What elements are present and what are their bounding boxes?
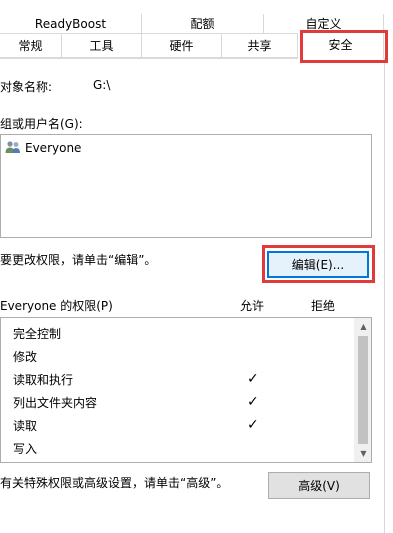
- permission-name: 读取: [13, 418, 38, 433]
- table-row: 写入: [1, 437, 341, 459]
- allow-check-icon: ✓: [247, 371, 259, 387]
- permission-name: 完全控制: [13, 326, 62, 341]
- deny-column-header: 拒绝: [311, 299, 336, 313]
- permissions-scrollbar[interactable]: ▲ ▼: [354, 318, 371, 462]
- edit-hint: 要更改权限，请单击“编辑”。: [0, 253, 157, 267]
- groups-label: 组或用户名(G):: [0, 117, 83, 131]
- permission-name: 写入: [13, 441, 38, 456]
- tab-tools[interactable]: 工具: [62, 34, 142, 58]
- groups-listbox[interactable]: Everyone: [0, 134, 372, 238]
- panel-right-border: [384, 58, 385, 533]
- tab-readyboost[interactable]: ReadyBoost: [0, 14, 142, 34]
- permissions-header: Everyone 的权限(P): [0, 299, 113, 313]
- table-row: 完全控制: [1, 322, 341, 344]
- tab-general[interactable]: 常规: [0, 34, 62, 58]
- tab-sharing[interactable]: 共享: [222, 34, 298, 58]
- user-name: Everyone: [25, 141, 82, 155]
- advanced-hint: 有关特殊权限或高级设置，请单击“高级”。: [0, 476, 229, 490]
- tab-security[interactable]: 安全: [298, 30, 384, 59]
- scroll-down-icon[interactable]: ▼: [355, 445, 372, 462]
- tab-quota[interactable]: 配额: [142, 14, 264, 34]
- permission-name: 读取和执行: [13, 372, 74, 387]
- table-row: 列出文件夹内容 ✓: [1, 391, 341, 413]
- edit-button[interactable]: 编辑(E)...: [267, 251, 369, 278]
- scrollbar-thumb[interactable]: [358, 336, 368, 444]
- table-row: 修改: [1, 345, 341, 367]
- tab-hardware[interactable]: 硬件: [142, 34, 222, 58]
- allow-check-icon: ✓: [247, 417, 259, 433]
- permission-name: 修改: [13, 349, 38, 364]
- object-name-value: G:\: [93, 78, 111, 92]
- list-item[interactable]: Everyone: [5, 139, 369, 157]
- table-row: 读取 ✓: [1, 414, 341, 436]
- allow-check-icon: ✓: [247, 394, 259, 410]
- allow-column-header: 允许: [240, 299, 265, 313]
- permission-name: 列出文件夹内容: [13, 395, 98, 410]
- object-name-label: 对象名称:: [0, 80, 53, 94]
- scroll-up-icon[interactable]: ▲: [355, 318, 372, 335]
- advanced-button[interactable]: 高级(V): [268, 472, 370, 499]
- users-icon: [5, 140, 21, 157]
- permissions-listbox[interactable]: 完全控制 修改 读取和执行 ✓ 列出文件夹内容 ✓ 读取 ✓ 写入 ▲ ▼: [0, 317, 372, 463]
- table-row: 读取和执行 ✓: [1, 368, 341, 390]
